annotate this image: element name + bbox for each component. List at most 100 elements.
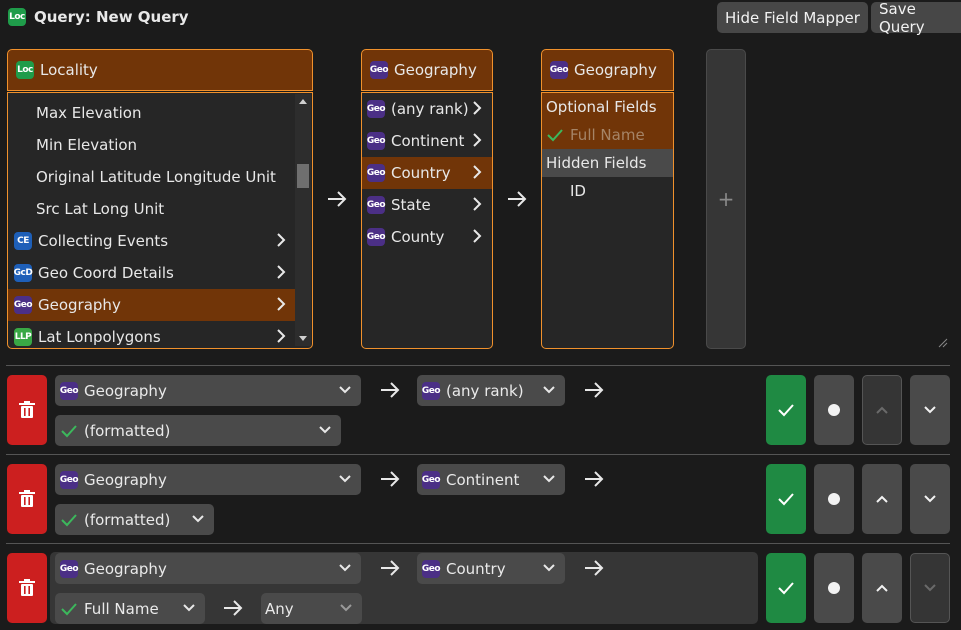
move-up-button[interactable]: [862, 464, 902, 534]
move-up-button[interactable]: [862, 553, 902, 623]
rank-label: County: [391, 228, 445, 246]
check-icon: [61, 513, 77, 526]
select-value: Continent: [446, 470, 520, 489]
delete-line-button[interactable]: [7, 464, 47, 534]
list-item-id[interactable]: ID: [542, 177, 673, 205]
field-label: Geo Coord Details: [38, 264, 174, 282]
select-value: Full Name: [84, 599, 159, 618]
move-up-button[interactable]: [862, 375, 902, 445]
list-item[interactable]: Original Latitude Longitude Unit: [8, 161, 312, 193]
collecting-event-icon: CE: [14, 232, 32, 250]
trash-icon: [19, 579, 35, 596]
list-item[interactable]: Geo (any rank): [362, 93, 492, 125]
list-scrollbar[interactable]: [295, 94, 311, 346]
field-label: Max Elevation: [36, 104, 142, 122]
rank-label: State: [391, 196, 431, 214]
field-select[interactable]: (formatted): [55, 504, 214, 535]
trash-icon: [19, 401, 35, 418]
list-item[interactable]: Geo Continent: [362, 125, 492, 157]
query-header: Loc Query: New Query Hide Field Mapper S…: [0, 0, 961, 36]
optional-fields-heading: Optional Fields: [542, 93, 673, 121]
circle-icon: [828, 582, 840, 594]
move-down-button[interactable]: [910, 464, 950, 534]
chevron-down-icon: [339, 564, 351, 572]
query-line: Geo Geography Geo Continent (formatted): [0, 455, 961, 535]
arrow-right-icon: [381, 560, 400, 576]
list-item[interactable]: Max Elevation: [8, 97, 312, 129]
geography-icon: Geo: [367, 196, 386, 214]
chevron-up-icon: [876, 406, 888, 414]
table-select[interactable]: Geo Geography: [55, 464, 361, 495]
table-select[interactable]: Geo Geography: [55, 375, 361, 406]
chevron-down-icon: [192, 515, 204, 523]
list-item-collecting-events[interactable]: CE Collecting Events: [8, 225, 296, 257]
chevron-down-icon: [339, 475, 351, 483]
chevron-right-icon: [277, 233, 286, 247]
operator-select[interactable]: Any: [261, 593, 362, 624]
table-select[interactable]: Geo Geography: [55, 553, 361, 584]
query-title-text: Query: New Query: [34, 8, 189, 26]
geography-rank-list[interactable]: Geo (any rank) Geo Continent Geo Country…: [361, 92, 493, 349]
move-down-button[interactable]: [910, 553, 950, 623]
select-value: Country: [446, 559, 506, 578]
field-label: Original Latitude Longitude Unit: [36, 168, 276, 186]
select-value: Geography: [84, 381, 167, 400]
resize-handle-icon[interactable]: [938, 338, 948, 348]
rank-label: Continent: [391, 132, 465, 150]
chevron-down-icon: [543, 475, 555, 483]
locality-icon: Loc: [16, 61, 34, 79]
trash-icon: [19, 490, 35, 507]
page-title: Loc Query: New Query: [8, 8, 189, 26]
rank-select[interactable]: Geo Country: [417, 553, 565, 584]
plus-icon: +: [717, 187, 735, 211]
field-select[interactable]: (formatted): [55, 415, 341, 446]
chevron-down-icon: [339, 386, 351, 394]
field-select[interactable]: Full Name: [55, 593, 205, 624]
rank-select[interactable]: Geo (any rank): [417, 375, 565, 406]
sort-button[interactable]: [814, 553, 854, 623]
rank-select[interactable]: Geo Continent: [417, 464, 565, 495]
hide-field-mapper-button[interactable]: Hide Field Mapper: [717, 2, 868, 33]
display-toggle-button[interactable]: [766, 375, 806, 445]
geography-fields-panel-header: Geo Geography: [541, 49, 674, 91]
section-heading: Hidden Fields: [546, 154, 647, 172]
sort-button[interactable]: [814, 375, 854, 445]
list-item-lat-lonpolygons[interactable]: LLP Lat Lonpolygons: [8, 321, 296, 348]
delete-line-button[interactable]: [7, 375, 47, 445]
select-value: (formatted): [84, 421, 171, 440]
arrow-right-icon: [585, 382, 604, 398]
check-icon: [778, 493, 794, 506]
list-item[interactable]: Min Elevation: [8, 129, 312, 161]
list-item[interactable]: Src Lat Long Unit: [8, 193, 312, 225]
arrow-right-icon: [381, 382, 400, 398]
scroll-thumb[interactable]: [297, 164, 309, 188]
list-item[interactable]: Geo State: [362, 189, 492, 221]
arrow-right-icon: [224, 600, 243, 616]
move-down-button[interactable]: [910, 375, 950, 445]
circle-icon: [828, 493, 840, 505]
display-toggle-button[interactable]: [766, 464, 806, 534]
list-item[interactable]: Geo Country: [362, 157, 492, 189]
scroll-up-icon[interactable]: [299, 99, 307, 104]
list-item[interactable]: Geo County: [362, 221, 492, 253]
save-query-button[interactable]: Save Query: [871, 0, 961, 36]
check-icon: [778, 582, 794, 595]
geography-panel-header: Geo Geography: [361, 49, 493, 91]
list-item-full-name[interactable]: Full Name: [542, 121, 673, 149]
scroll-down-icon[interactable]: [299, 336, 307, 341]
list-item-geography[interactable]: Geo Geography: [8, 289, 296, 321]
field-label: Collecting Events: [38, 232, 169, 250]
rank-label: Country: [391, 164, 451, 182]
chevron-down-icon: [924, 406, 936, 414]
sort-button[interactable]: [814, 464, 854, 534]
geography-icon: Geo: [60, 470, 79, 489]
locality-field-list[interactable]: Max Elevation Min Elevation Original Lat…: [7, 92, 313, 349]
geography-icon: Geo: [60, 559, 79, 578]
delete-line-button[interactable]: [7, 553, 47, 623]
add-mapping-button[interactable]: +: [706, 49, 746, 349]
geography-icon: Geo: [14, 296, 33, 314]
list-item-geo-coord-details[interactable]: GcD Geo Coord Details: [8, 257, 296, 289]
display-toggle-button[interactable]: [766, 553, 806, 623]
geography-field-list[interactable]: Optional Fields Full Name Hidden Fields …: [541, 92, 674, 349]
chevron-right-icon: [473, 101, 482, 115]
